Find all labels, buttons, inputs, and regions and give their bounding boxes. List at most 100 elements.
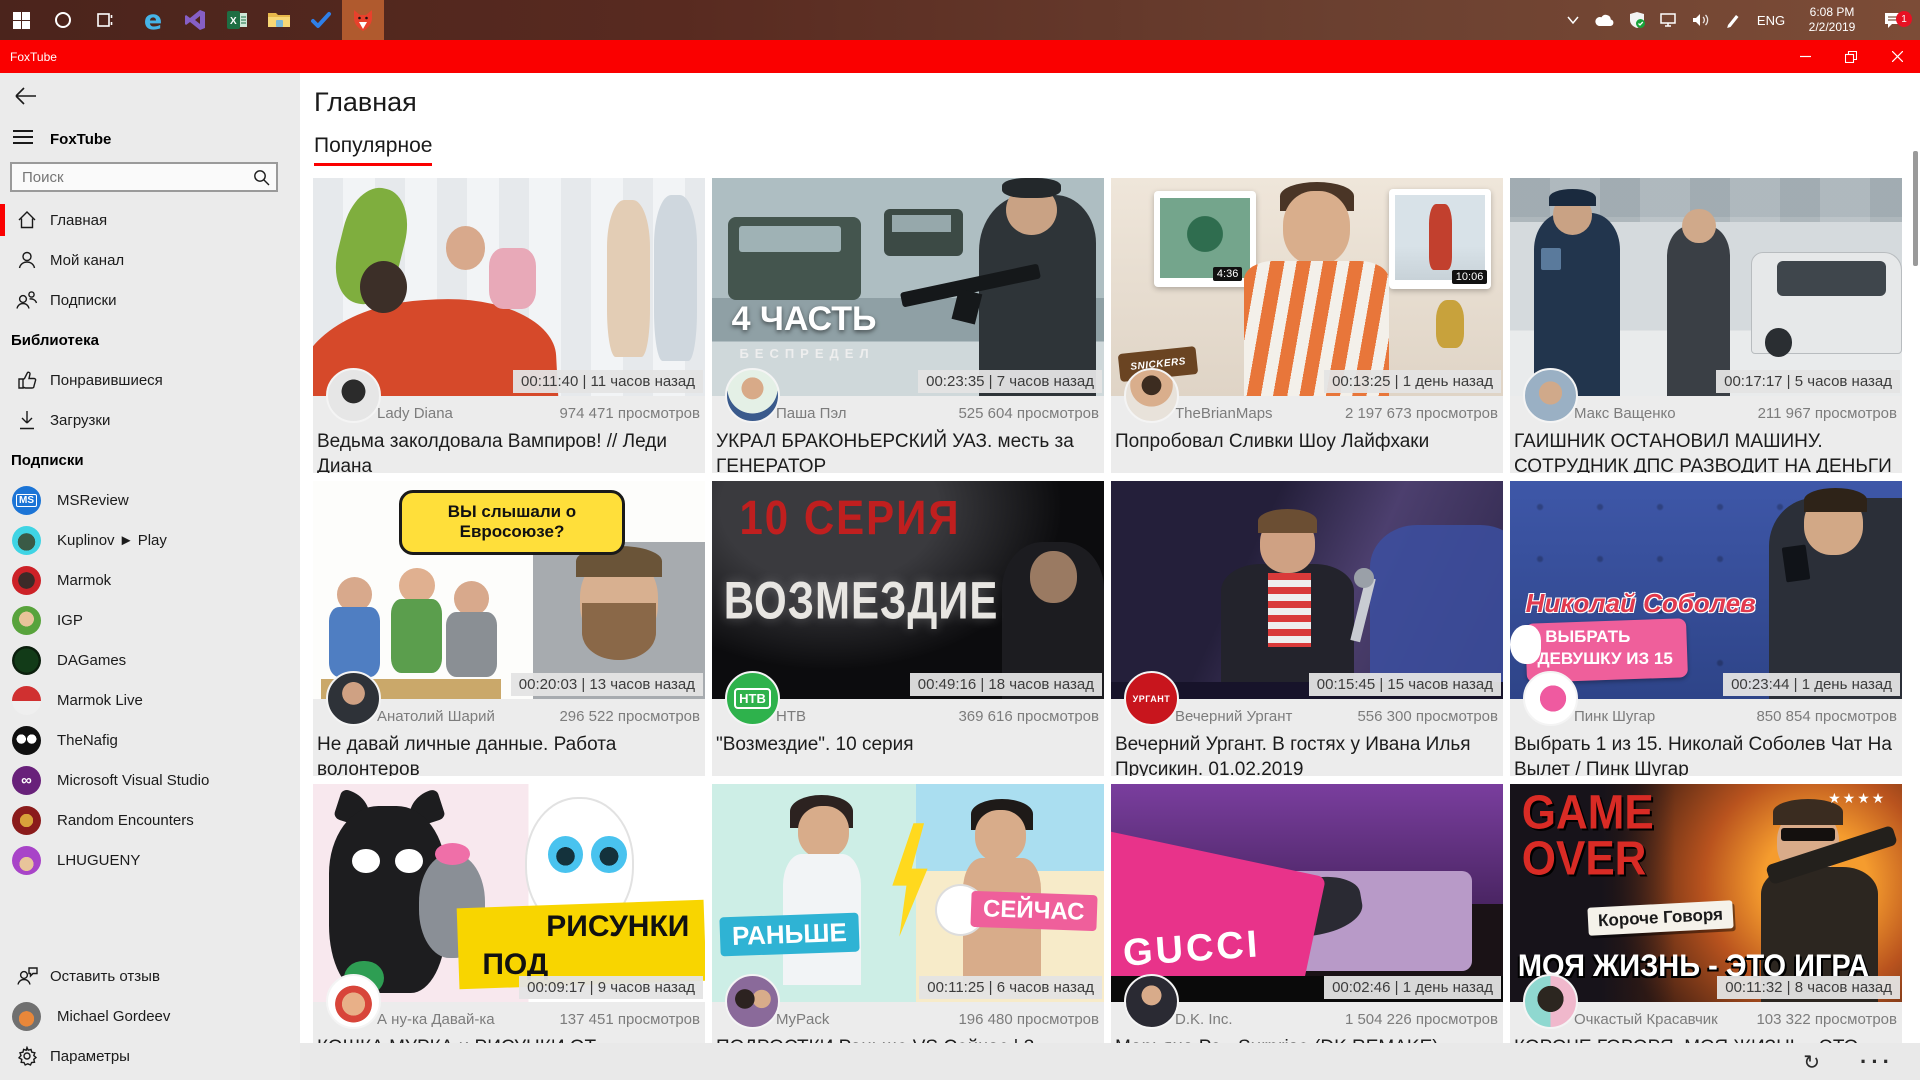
channel-name[interactable]: Lady Diana [377, 405, 453, 422]
channel-avatar[interactable] [1523, 671, 1578, 726]
video-thumbnail[interactable]: GUCCI 00:02:46 | 1 день назад [1111, 784, 1503, 1002]
video-title[interactable]: УКРАЛ БРАКОНЬЕРСКИЙ УАЗ. месть за ГЕНЕРА… [716, 429, 1100, 473]
sidebar-channel-random-encounters[interactable]: Random Encounters [0, 800, 300, 840]
video-thumbnail[interactable]: 10 СЕРИЯ ВОЗМЕЗДИЕ 00:49:16 | 18 часов н… [712, 481, 1104, 699]
video-card[interactable]: 00:15:45 | 15 часов назад УРГАНТ Вечерни… [1111, 481, 1503, 776]
video-card[interactable]: 00:17:17 | 5 часов назад Макс Ващенко 21… [1510, 178, 1902, 473]
clock[interactable]: 6:08 PM 2/2/2019 [1794, 5, 1870, 35]
vertical-scrollbar[interactable] [1913, 151, 1918, 266]
video-thumbnail[interactable]: ВЫ слышали о Евросоюзе? 00:20:03 | 13 ча… [313, 481, 705, 699]
task-view-button[interactable] [84, 0, 126, 40]
edge-taskbar-button[interactable]: e [132, 0, 174, 40]
video-card[interactable]: 10 СЕРИЯ ВОЗМЕЗДИЕ 00:49:16 | 18 часов н… [712, 481, 1104, 776]
file-explorer-taskbar-button[interactable] [258, 0, 300, 40]
video-title[interactable]: ГАИШНИК ОСТАНОВИЛ МАШИНУ. СОТРУДНИК ДПС … [1514, 429, 1898, 473]
onedrive-tray-icon[interactable] [1590, 13, 1620, 27]
sidebar-channel-kuplinov[interactable]: Kuplinov ► Play [0, 520, 300, 560]
channel-avatar[interactable] [326, 974, 381, 1029]
sidebar-item-subscriptions[interactable]: Подписки [0, 280, 300, 320]
sidebar-channel-thenafig[interactable]: TheNafig [0, 720, 300, 760]
video-thumbnail[interactable]: 00:17:17 | 5 часов назад [1510, 178, 1902, 396]
channel-name[interactable]: НТВ [776, 708, 806, 725]
foxtube-taskbar-button[interactable] [342, 0, 384, 40]
channel-name[interactable]: MyPack [776, 1011, 829, 1028]
action-center-button[interactable]: 1 [1872, 11, 1914, 29]
channel-avatar[interactable] [326, 368, 381, 423]
search-box[interactable] [10, 162, 278, 192]
video-card[interactable]: 4 ЧАСТЬ БЕСПРЕДЕЛ 00:23:35 | 7 часов наз… [712, 178, 1104, 473]
video-thumbnail[interactable]: 00:15:45 | 15 часов назад [1111, 481, 1503, 699]
channel-name[interactable]: Анатолий Шарий [377, 708, 495, 725]
sidebar-channel-marmok-live[interactable]: Marmok Live [0, 680, 300, 720]
sidebar-item-feedback[interactable]: Оставить отзыв [0, 956, 300, 996]
video-card[interactable]: ВЫ слышали о Евросоюзе? 00:20:03 | 13 ча… [313, 481, 705, 776]
video-thumbnail[interactable]: РАНЬШЕ СЕЙЧАС 00:11:25 | 6 часов назад [712, 784, 1104, 1002]
excel-taskbar-button[interactable]: X [216, 0, 258, 40]
sidebar-channel-marmok[interactable]: Marmok [0, 560, 300, 600]
video-card[interactable]: Николай Соболев ВЫБРАТЬ ДЕВУШКУ ИЗ 15 00… [1510, 481, 1902, 776]
channel-name[interactable]: Паша Пэл [776, 405, 847, 422]
video-thumbnail[interactable]: 4:36 10:06 SNICKERS 00:13:25 | 1 день на… [1111, 178, 1503, 396]
channel-avatar[interactable] [1124, 368, 1179, 423]
more-button[interactable]: ··· [1860, 1049, 1894, 1075]
channel-avatar[interactable] [1523, 974, 1578, 1029]
video-thumbnail[interactable]: GAME OVER ★★★★ Короче Говоря МОЯ ЖИЗНЬ -… [1510, 784, 1902, 1002]
sidebar-channel-lhugueny[interactable]: LHUGUENY [0, 840, 300, 880]
channel-name[interactable]: Вечерний Ургант [1175, 708, 1292, 725]
pen-tray-icon[interactable] [1718, 11, 1748, 29]
video-title[interactable]: Вечерний Ургант. В гостях у Ивана Илья П… [1115, 732, 1499, 776]
video-card[interactable]: 00:11:40 | 11 часов назад Lady Diana 974… [313, 178, 705, 473]
network-tray-icon[interactable] [1654, 12, 1684, 28]
video-card[interactable]: РАНЬШЕ СЕЙЧАС 00:11:25 | 6 часов назад M… [712, 784, 1104, 1079]
restore-button[interactable] [1828, 40, 1874, 73]
video-thumbnail[interactable]: Николай Соболев ВЫБРАТЬ ДЕВУШКУ ИЗ 15 00… [1510, 481, 1902, 699]
window-titlebar[interactable]: FoxTube [0, 40, 1920, 73]
video-title[interactable]: Ведьма заколдовала Вампиров! // Леди Диа… [317, 429, 701, 473]
video-thumbnail[interactable]: РИСУНКИ ПОД 00:09:17 | 9 часов назад [313, 784, 705, 1002]
channel-avatar[interactable] [1124, 974, 1179, 1029]
video-card[interactable]: GAME OVER ★★★★ Короче Говоря МОЯ ЖИЗНЬ -… [1510, 784, 1902, 1079]
sidebar-item-downloads[interactable]: Загрузки [0, 400, 300, 440]
sidebar-item-my-channel[interactable]: Мой канал [0, 240, 300, 280]
video-title[interactable]: Выбрать 1 из 15. Николай Соболев Чат На … [1514, 732, 1898, 776]
channel-name[interactable]: D.K. Inc. [1175, 1011, 1233, 1028]
video-card[interactable]: РИСУНКИ ПОД 00:09:17 | 9 часов назад А н… [313, 784, 705, 1079]
visual-studio-taskbar-button[interactable] [174, 0, 216, 40]
search-input[interactable] [20, 168, 253, 187]
defender-tray-icon[interactable] [1622, 11, 1652, 29]
channel-avatar[interactable]: НТВ [725, 671, 780, 726]
channel-avatar[interactable] [1523, 368, 1578, 423]
video-thumbnail[interactable]: 4 ЧАСТЬ БЕСПРЕДЕЛ 00:23:35 | 7 часов наз… [712, 178, 1104, 396]
sidebar-item-settings[interactable]: Параметры [0, 1036, 300, 1076]
channel-name[interactable]: А ну-ка Давай-ка [377, 1011, 495, 1028]
channel-avatar[interactable] [326, 671, 381, 726]
sidebar-channel-dagames[interactable]: DAGames [0, 640, 300, 680]
video-title[interactable]: Попробовал Сливки Шоу Лайфхаки [1115, 429, 1499, 454]
sidebar-channel-visual-studio[interactable]: ∞ Microsoft Visual Studio [0, 760, 300, 800]
back-button[interactable] [14, 85, 300, 109]
sidebar-item-home[interactable]: Главная [0, 200, 300, 240]
channel-name[interactable]: Очкастый Красавчик [1574, 1011, 1718, 1028]
show-hidden-icons-button[interactable] [1558, 15, 1588, 25]
close-button[interactable] [1874, 40, 1920, 73]
language-indicator[interactable]: ENG [1750, 13, 1792, 28]
channel-avatar[interactable] [725, 974, 780, 1029]
video-card[interactable]: GUCCI 00:02:46 | 1 день назад D.K. Inc. … [1111, 784, 1503, 1079]
video-title[interactable]: "Возмездие". 10 серия [716, 732, 1100, 757]
sidebar-item-liked[interactable]: Понравившиеся [0, 360, 300, 400]
refresh-button[interactable]: ↻ [1803, 1050, 1820, 1074]
sidebar-item-account[interactable]: Michael Gordeev [0, 996, 300, 1036]
channel-avatar[interactable] [725, 368, 780, 423]
video-title[interactable]: Не давай личные данные. Работа волонтеро… [317, 732, 701, 776]
video-thumbnail[interactable]: 00:11:40 | 11 часов назад [313, 178, 705, 396]
sidebar-channel-msreview[interactable]: MS MSReview [0, 480, 300, 520]
channel-name[interactable]: TheBrianMaps [1175, 405, 1273, 422]
volume-tray-icon[interactable] [1686, 12, 1716, 28]
start-button[interactable] [0, 0, 42, 40]
channel-avatar[interactable]: УРГАНТ [1124, 671, 1179, 726]
minimize-button[interactable] [1782, 40, 1828, 73]
hamburger-menu-button[interactable] [13, 129, 33, 150]
todo-taskbar-button[interactable] [300, 0, 342, 40]
cortana-button[interactable] [42, 0, 84, 40]
channel-name[interactable]: Пинк Шугар [1574, 708, 1655, 725]
